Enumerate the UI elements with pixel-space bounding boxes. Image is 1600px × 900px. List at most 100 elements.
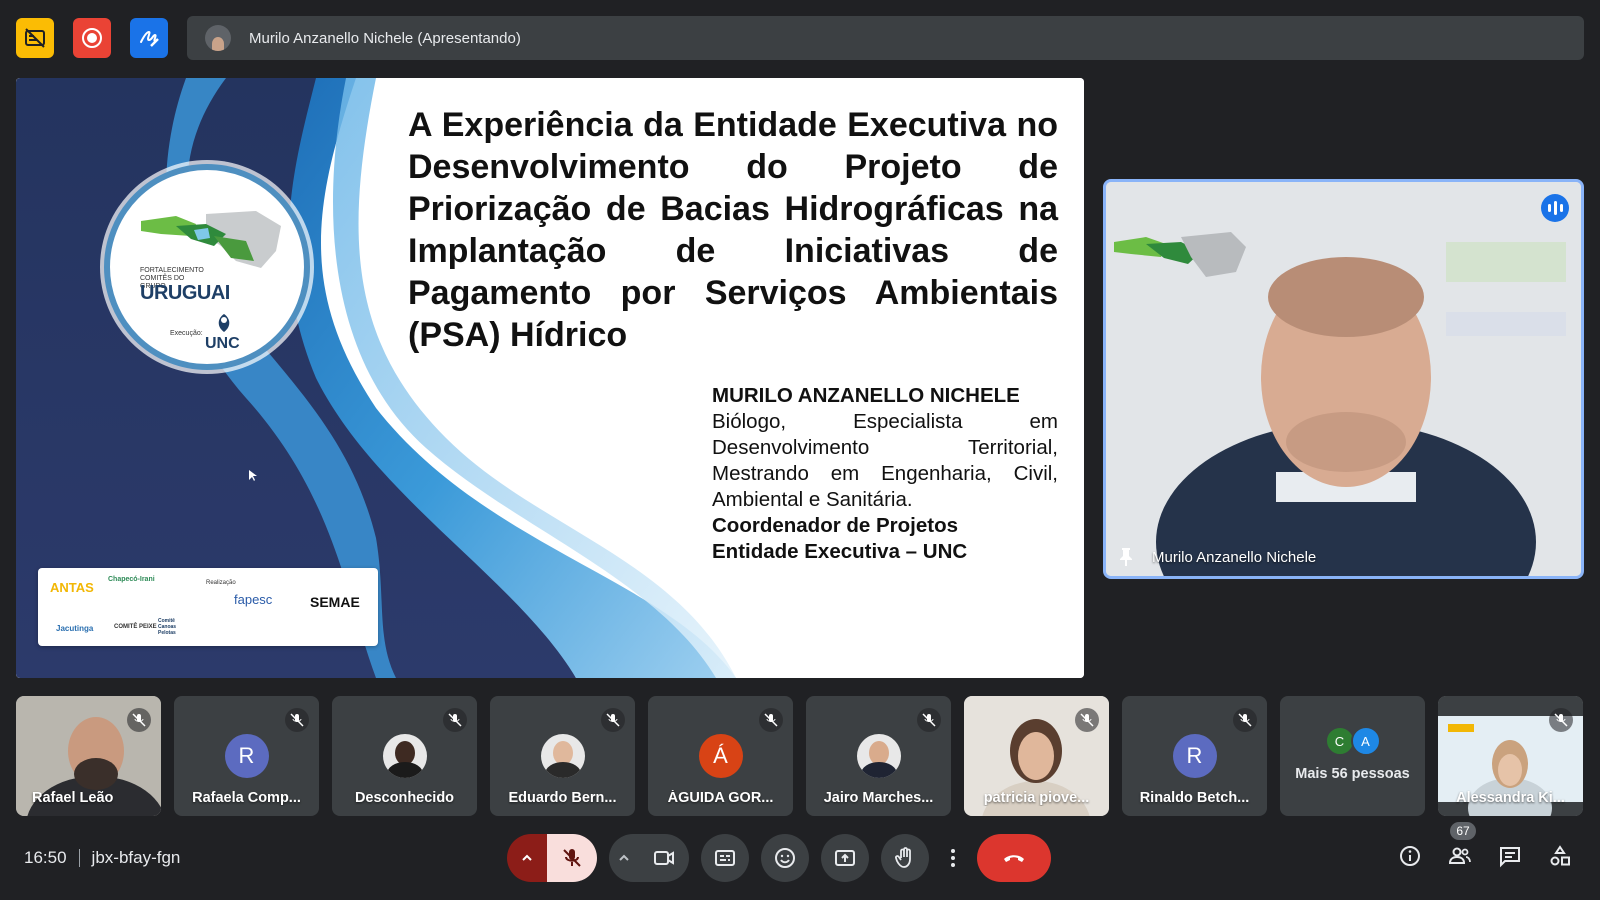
participant-tile[interactable]: R Rinaldo Betch... [1122, 696, 1267, 816]
participant-tile[interactable]: patricia piove... [964, 696, 1109, 816]
speaker-name: Murilo Anzanello Nichele [1152, 549, 1317, 566]
more-participants-label: Mais 56 pessoas [1295, 766, 1410, 782]
participant-avatar: R [1172, 734, 1217, 778]
top-action-icons [16, 18, 168, 58]
participant-name: Jairo Marches... [823, 790, 934, 806]
mic-off-icon [1233, 708, 1257, 732]
author-description: Biólogo, Especialista em Desenvolvimento… [712, 410, 1058, 511]
captions-button[interactable] [701, 834, 749, 882]
participant-name: Alessandra Ki... [1456, 790, 1565, 806]
participant-avatar: R [224, 734, 269, 778]
sponsor-chapeco: Chapecó-Irani [108, 576, 155, 583]
chat-icon [1500, 847, 1520, 868]
reactions-button[interactable] [761, 834, 809, 882]
audio-options-button[interactable] [507, 834, 547, 882]
divider [78, 849, 80, 867]
author-name: MURILO ANZANELLO NICHELE [712, 384, 1020, 407]
participant-name: Rinaldo Betch... [1139, 790, 1250, 806]
record-icon[interactable] [73, 18, 111, 58]
participant-tile[interactable]: Alessandra Ki... [1438, 696, 1583, 816]
mic-control [507, 834, 597, 882]
participant-tile[interactable]: Rafael Leão [16, 696, 161, 816]
hand-icon [895, 847, 911, 868]
participant-name: ÁGUIDA GOR... [667, 790, 774, 806]
participant-avatar [540, 734, 585, 778]
mic-off-icon [1549, 708, 1573, 732]
participant-avatar [382, 734, 427, 778]
basin-map-icon [141, 211, 281, 268]
participant-strip: Rafael Leão R Rafaela Comp... Desconheci… [16, 696, 1583, 816]
mic-off-icon [601, 708, 625, 732]
slide-title: A Experiência da Entidade Executiva no D… [408, 106, 1058, 354]
mic-off-icon [285, 708, 309, 732]
participant-name: Rafael Leão [32, 790, 114, 806]
participant-name: patricia piove... [983, 790, 1090, 806]
whiteboard-icon[interactable] [130, 18, 168, 58]
raise-hand-button[interactable] [881, 834, 929, 882]
people-icon [1448, 847, 1471, 864]
side-panel-icons: 67 [1398, 822, 1572, 868]
speaker-video-tile[interactable]: Murilo Anzanello Nichele [1103, 179, 1584, 579]
info-icon [1400, 846, 1420, 866]
video-options-button[interactable] [609, 834, 639, 882]
mic-off-icon [917, 708, 941, 732]
sponsor-realizacao-label: Realização [206, 580, 236, 586]
sponsor-antas: ANTAS [50, 580, 94, 595]
participant-name: Rafaela Comp... [192, 790, 301, 806]
mic-off-icon [443, 708, 467, 732]
leave-call-button[interactable] [977, 834, 1051, 882]
chevron-up-icon [619, 854, 629, 861]
participant-tile[interactable]: Eduardo Bern... [490, 696, 635, 816]
participant-tile[interactable]: R Rafaela Comp... [174, 696, 319, 816]
chevron-up-icon [522, 854, 532, 861]
mic-toggle-button[interactable] [547, 834, 597, 882]
presenter-avatar [205, 25, 231, 51]
camera-toggle-button[interactable] [639, 834, 689, 882]
mic-off-icon [127, 708, 151, 732]
camera-icon [654, 851, 674, 865]
sponsor-fapesc: fapesc [234, 592, 273, 607]
camera-control [609, 834, 689, 882]
participant-avatar [856, 734, 901, 778]
mic-off-icon [759, 708, 783, 732]
meeting-info: 16:50 jbx-bfay-fgn [24, 848, 180, 868]
more-options-button[interactable] [941, 834, 965, 882]
activities-icon [1550, 845, 1570, 866]
author-role-1: Coordenador de Projetos [712, 514, 959, 537]
sponsor-comite-peixe: COMITÊ PEIXE [114, 624, 157, 630]
program-logo: FORTALECIMENTO COMITÊS DO GRUPO URUGUAI … [104, 164, 310, 370]
presenter-label: Murilo Anzanello Nichele (Apresentando) [249, 29, 521, 47]
mic-off-icon [1075, 708, 1099, 732]
participant-tile[interactable]: Jairo Marches... [806, 696, 951, 816]
participant-avatar: A [1350, 726, 1381, 756]
participant-count-badge: 67 [1450, 822, 1476, 840]
more-participants-avatars: C A [1324, 726, 1381, 756]
stop-captions-icon[interactable] [16, 18, 54, 58]
presenting-bar[interactable]: Murilo Anzanello Nichele (Apresentando) [187, 16, 1584, 60]
sponsor-logos: ANTAS Chapecó-Irani Jacutinga COMITÊ PEI… [38, 568, 378, 646]
hang-up-icon [1004, 855, 1024, 862]
logo-exec-org: UNC [205, 335, 240, 352]
participant-tile[interactable]: Á ÁGUIDA GOR... [648, 696, 793, 816]
logo-name: URUGUAI [140, 282, 230, 304]
presentation-slide: FORTALECIMENTO COMITÊS DO GRUPO URUGUAI … [16, 78, 1084, 678]
author-block: MURILO ANZANELLO NICHELE Biólogo, Especi… [712, 383, 1058, 565]
sponsor-jacutinga: Jacutinga [56, 624, 94, 633]
participant-tile[interactable]: Desconhecido [332, 696, 477, 816]
chat-button[interactable] [1498, 844, 1522, 868]
participant-name: Desconhecido [354, 790, 455, 806]
pin-icon[interactable] [1118, 546, 1134, 566]
author-role-2: Entidade Executiva – UNC [712, 540, 968, 563]
people-button[interactable]: 67 [1448, 822, 1476, 868]
more-participants-tile[interactable]: C A Mais 56 pessoas [1280, 696, 1425, 816]
participant-name: Eduardo Bern... [508, 790, 617, 806]
speaker-video-frame [1106, 182, 1581, 576]
mouse-cursor-icon [249, 470, 257, 481]
meeting-code[interactable]: jbx-bfay-fgn [92, 848, 181, 868]
activities-button[interactable] [1548, 844, 1572, 868]
meeting-details-button[interactable] [1398, 844, 1422, 868]
present-screen-button[interactable] [821, 834, 869, 882]
sponsor-semae: SEMAE [310, 594, 360, 610]
present-icon [835, 850, 855, 866]
unc-logo-icon [218, 314, 230, 332]
